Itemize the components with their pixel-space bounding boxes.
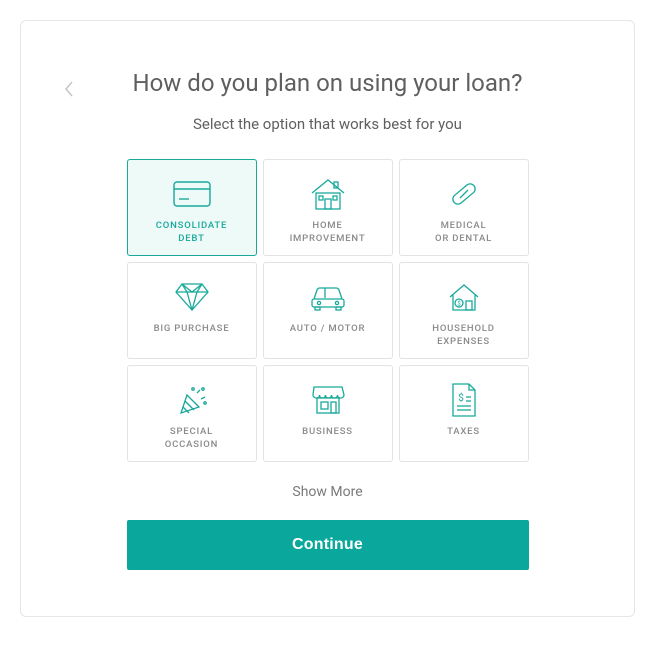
option-label: HOUSEHOLD EXPENSES xyxy=(432,323,494,349)
option-label: SPECIAL OCCASION xyxy=(165,426,218,452)
pill-icon xyxy=(447,174,481,214)
option-label: BUSINESS xyxy=(302,426,353,439)
option-household-expenses[interactable]: $ HOUSEHOLD EXPENSES xyxy=(399,262,529,359)
party-icon xyxy=(175,380,209,420)
option-big-purchase[interactable]: BIG PURCHASE xyxy=(127,262,257,359)
option-label: MEDICAL OR DENTAL xyxy=(435,220,492,246)
svg-text:$: $ xyxy=(458,391,464,404)
car-icon xyxy=(308,277,348,317)
option-medical-dental[interactable]: MEDICAL OR DENTAL xyxy=(399,159,529,256)
page-subtitle: Select the option that works best for yo… xyxy=(61,115,594,133)
option-label: BIG PURCHASE xyxy=(154,323,230,336)
diamond-icon xyxy=(174,277,210,317)
shop-icon xyxy=(309,380,347,420)
show-more-button[interactable]: Show More xyxy=(61,484,594,500)
option-label: AUTO / MOTOR xyxy=(290,323,365,336)
tax-doc-icon: $ xyxy=(449,380,479,420)
chevron-left-icon xyxy=(63,80,75,98)
option-business[interactable]: BUSINESS xyxy=(263,365,393,462)
house-icon xyxy=(308,174,348,214)
option-home-improvement[interactable]: HOME IMPROVEMENT xyxy=(263,159,393,256)
option-consolidate-debt[interactable]: CONSOLIDATE DEBT xyxy=(127,159,257,256)
back-button[interactable] xyxy=(59,79,79,99)
option-label: CONSOLIDATE DEBT xyxy=(156,220,227,246)
option-auto-motor[interactable]: AUTO / MOTOR xyxy=(263,262,393,359)
option-label: HOME IMPROVEMENT xyxy=(290,220,366,246)
continue-button[interactable]: Continue xyxy=(127,520,529,570)
option-label: TAXES xyxy=(447,426,480,439)
option-grid: CONSOLIDATE DEBT HOME IMPROVEMENT xyxy=(61,159,594,462)
option-special-occasion[interactable]: SPECIAL OCCASION xyxy=(127,365,257,462)
credit-card-icon xyxy=(173,174,211,214)
page-title: How do you plan on using your loan? xyxy=(61,69,594,97)
home-coin-icon: $ xyxy=(444,277,484,317)
option-taxes[interactable]: $ TAXES xyxy=(399,365,529,462)
